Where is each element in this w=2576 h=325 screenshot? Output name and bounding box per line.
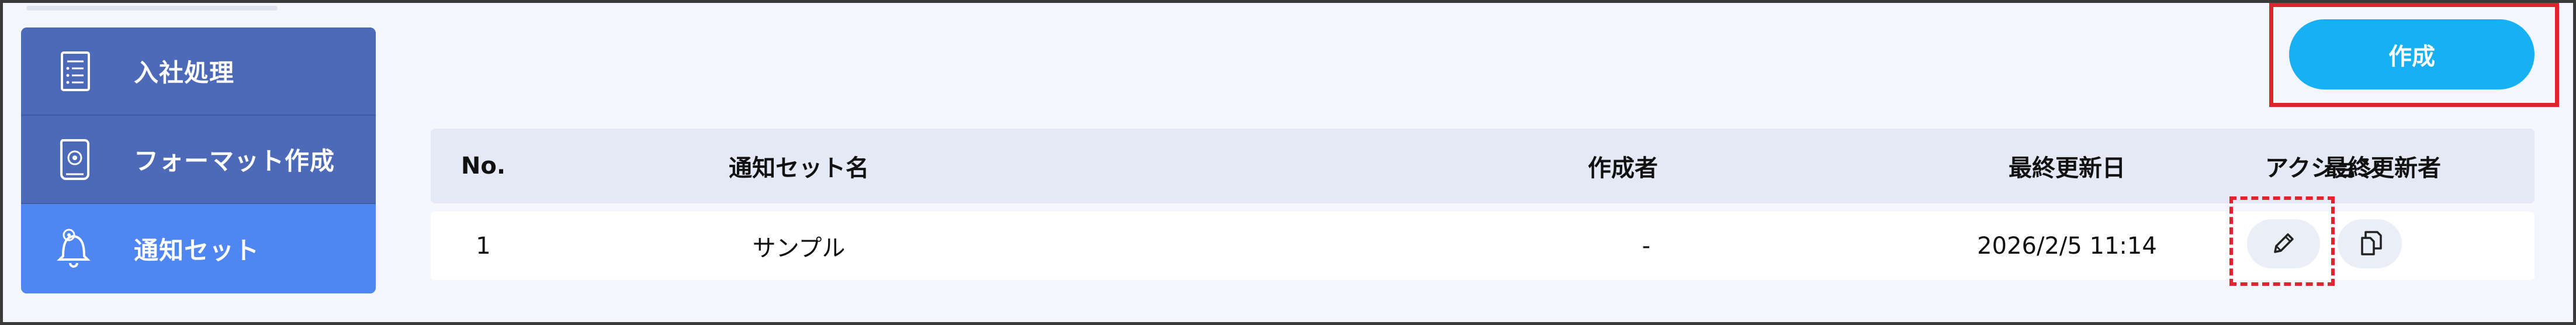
app-frame: 入社処理 フォーマット作成 通知セット 作成 No. 通知セット名 作成者 最終… — [0, 0, 2576, 325]
row-name: サンプル — [752, 234, 846, 262]
pencil-icon — [2270, 230, 2297, 258]
column-header-updated: 最終更新日 — [2009, 155, 2125, 182]
row-updated: 2026/2/5 11:14 — [1977, 232, 2157, 260]
column-header-no: No. — [461, 153, 506, 179]
row-creator: - — [1642, 232, 1651, 260]
bell-gear-icon — [55, 226, 96, 272]
sidebar-item-notification-set[interactable]: 通知セット — [21, 204, 376, 293]
sidebar-item-label: 入社処理 — [134, 58, 235, 87]
sidebar-item-onboarding[interactable]: 入社処理 — [21, 27, 376, 116]
column-header-action: アクション — [2265, 155, 2381, 182]
sidebar-item-label: 通知セット — [134, 236, 260, 265]
column-header-name: 通知セット名 — [729, 155, 869, 182]
table-header: No. 通知セット名 作成者 最終更新日 最終更新者 — [431, 129, 2535, 203]
table-row: 1 サンプル - 2026/2/5 11:14 - — [431, 212, 2535, 280]
row-no: 1 — [476, 232, 491, 260]
create-button[interactable]: 作成 — [2289, 19, 2535, 89]
copy-icon — [2355, 229, 2384, 260]
copy-button[interactable] — [2338, 219, 2402, 268]
sidebar-item-label: フォーマット作成 — [134, 147, 335, 175]
column-header-creator: 作成者 — [1588, 155, 1658, 182]
sidebar-item-format-create[interactable]: フォーマット作成 — [21, 116, 376, 204]
format-document-icon — [55, 136, 96, 183]
top-divider — [26, 6, 278, 11]
edit-button[interactable] — [2247, 219, 2320, 268]
sidebar: 入社処理 フォーマット作成 通知セット — [21, 27, 376, 293]
document-list-icon — [55, 48, 96, 95]
